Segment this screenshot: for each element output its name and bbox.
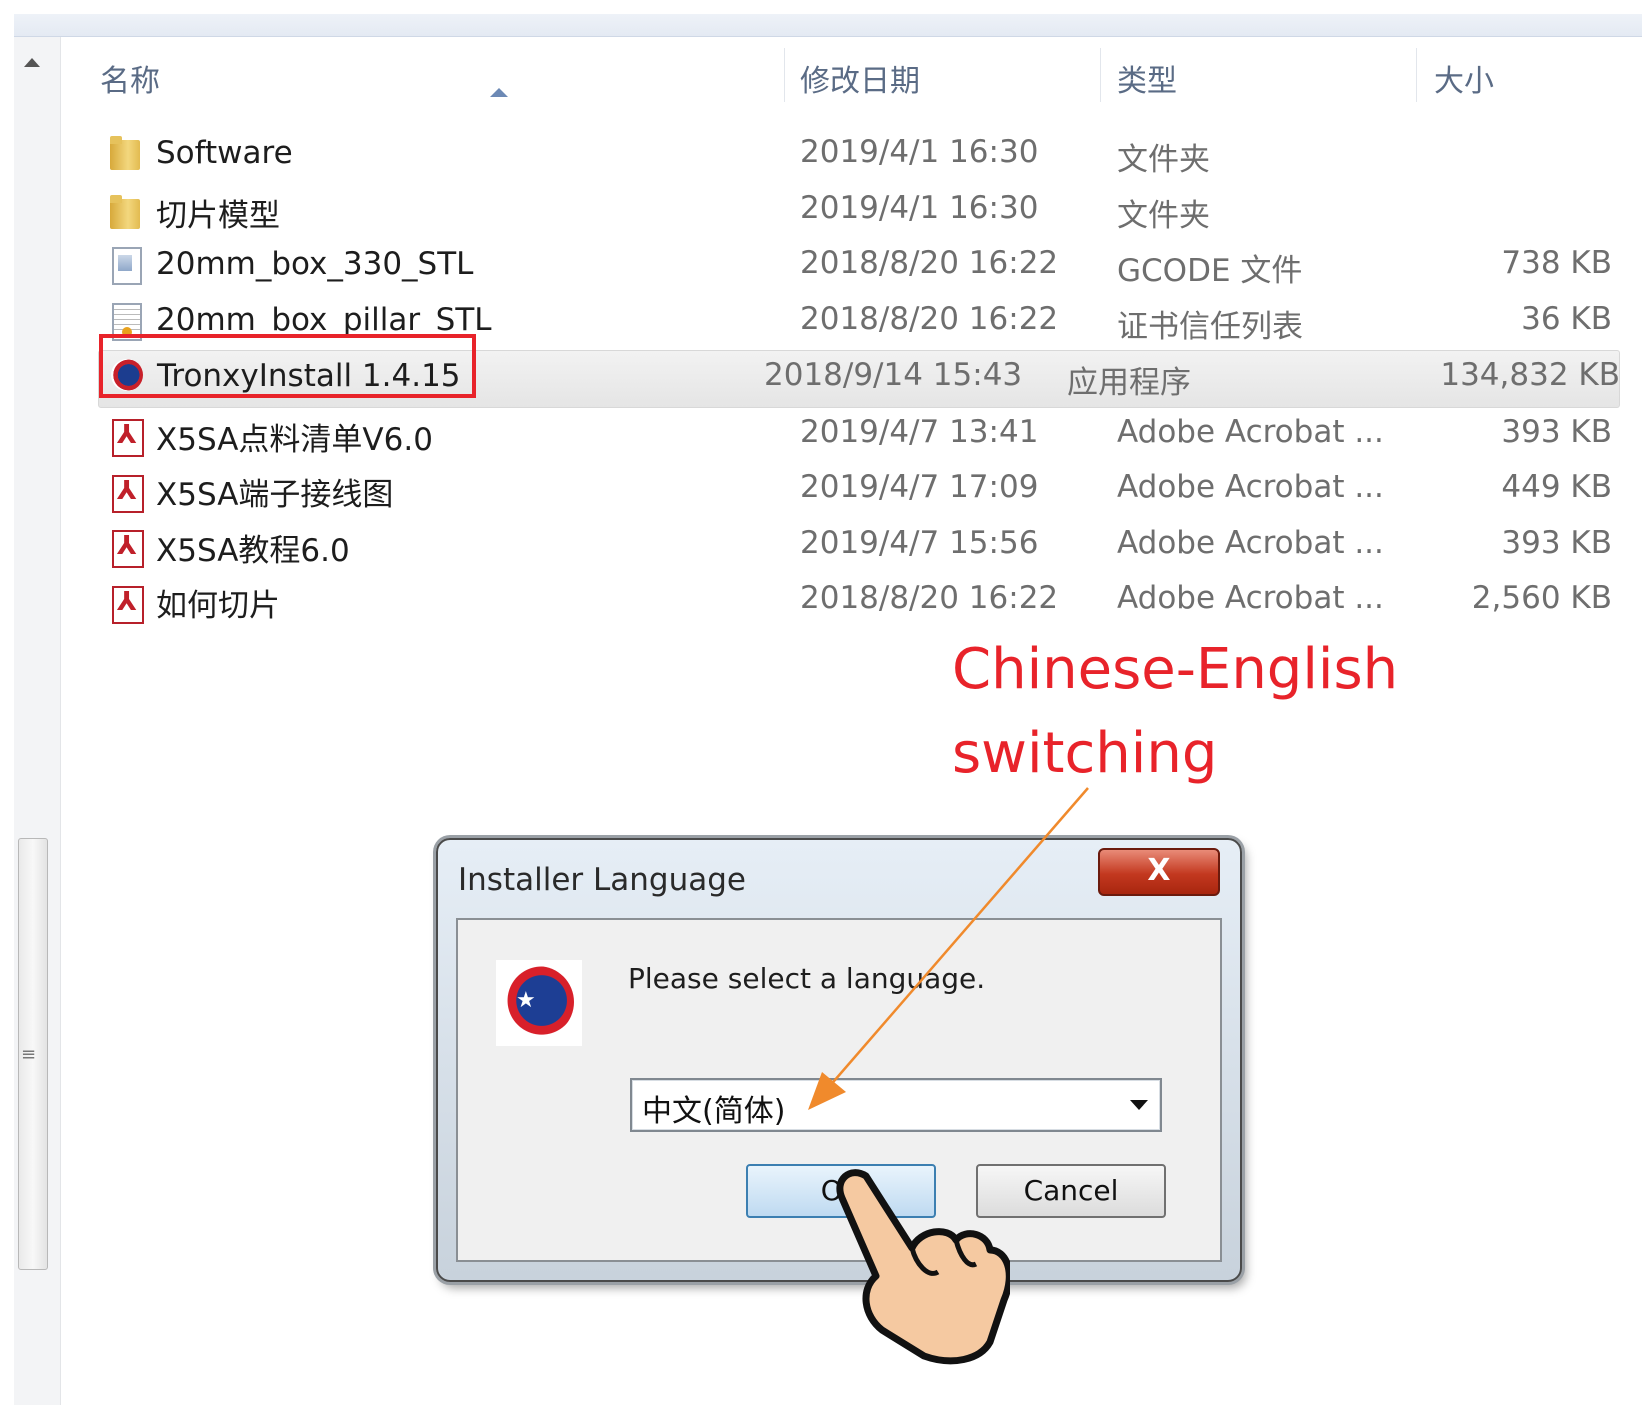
file-size: 2,560 KB (1471, 580, 1612, 616)
file-type: 文件夹 (1117, 197, 1210, 234)
file-row-software[interactable]: Software 2019/4/1 16:30 文件夹 (0, 128, 1642, 184)
file-type: 证书信任列表 (1117, 308, 1303, 345)
file-row-how-to-slice[interactable]: 如何切片 2018/8/20 16:22 Adobe Acrobat ... 2… (0, 574, 1642, 630)
file-type: Adobe Acrobat ... (1117, 469, 1384, 505)
column-header-size[interactable]: 大小 (1434, 56, 1494, 100)
file-modified: 2019/4/7 17:09 (800, 469, 1039, 505)
file-size: 134,832 KB (1440, 357, 1620, 393)
folder-icon (108, 134, 144, 172)
file-type: Adobe Acrobat ... (1117, 524, 1384, 561)
pointing-hand-icon (836, 1169, 1010, 1365)
column-divider[interactable] (1416, 48, 1417, 102)
file-size: 36 KB (1521, 300, 1612, 337)
file-modified: 2018/9/14 15:43 (764, 357, 1023, 393)
file-name: 20mm_box_330_STL (156, 246, 474, 282)
window-top-strip (14, 14, 1642, 37)
file-type: 文件夹 (1117, 142, 1210, 178)
column-header-modified[interactable]: 修改日期 (800, 56, 920, 100)
file-name: X5SA教程6.0 (156, 532, 350, 569)
file-row-20mm-box-330[interactable]: 20mm_box_330_STL 2018/8/20 16:22 GCODE 文… (0, 239, 1642, 295)
file-size: 449 KB (1501, 469, 1612, 505)
file-modified: 2019/4/7 15:56 (800, 524, 1039, 561)
annotation-line-1: Chinese-English (952, 637, 1399, 702)
file-name: 20mm_box_pillar_STL (156, 301, 492, 338)
column-header-name[interactable]: 名称 (100, 56, 160, 100)
column-header-type[interactable]: 类型 (1117, 56, 1177, 100)
gcode-file-icon (108, 245, 144, 285)
dialog-title: Installer Language (458, 862, 746, 898)
file-modified: 2019/4/1 16:30 (800, 134, 1039, 170)
file-row-x5sa-parts-list[interactable]: X5SA点料清单V6.0 2019/4/7 13:41 Adobe Acroba… (0, 408, 1642, 464)
file-row-x5sa-wiring[interactable]: X5SA端子接线图 2019/4/7 17:09 Adobe Acrobat .… (0, 463, 1642, 519)
file-row-x5sa-tutorial[interactable]: X5SA教程6.0 2019/4/7 15:56 Adobe Acrobat .… (0, 519, 1642, 575)
pdf-file-icon (108, 528, 144, 568)
file-size: 393 KB (1501, 413, 1612, 450)
tronxy-logo-icon (496, 960, 582, 1046)
folder-icon (108, 193, 144, 231)
file-size: 738 KB (1501, 245, 1612, 281)
file-name: X5SA端子接线图 (156, 477, 394, 513)
language-select[interactable]: 中文(简体) (630, 1078, 1162, 1132)
annotation-callout: Chinese-English switching (952, 628, 1398, 796)
language-select-value: 中文(简体) (642, 1094, 786, 1129)
file-name: 如何切片 (156, 588, 280, 624)
annotation-line-2: switching (952, 721, 1218, 786)
file-name: 切片模型 (156, 197, 280, 234)
file-type: GCODE 文件 (1117, 253, 1303, 289)
dialog-message: Please select a language. (628, 962, 986, 995)
dialog-close-button[interactable]: X (1098, 848, 1220, 896)
certificate-file-icon (108, 301, 144, 341)
column-header-row: 名称 修改日期 类型 大小 (60, 48, 1642, 102)
scrollbar-grip-icon: ≡ (21, 1044, 37, 1065)
sort-ascending-icon (490, 88, 508, 97)
scroll-up-icon[interactable] (24, 58, 40, 67)
file-type: 应用程序 (1067, 365, 1191, 401)
chevron-down-icon[interactable] (1130, 1100, 1148, 1110)
column-divider[interactable] (1100, 48, 1101, 102)
pdf-file-icon (108, 473, 144, 513)
file-name: X5SA点料清单V6.0 (156, 421, 433, 458)
pdf-file-icon (108, 417, 144, 457)
file-modified: 2018/8/20 16:22 (800, 300, 1059, 337)
file-type: Adobe Acrobat ... (1117, 413, 1384, 450)
file-modified: 2019/4/7 13:41 (800, 413, 1039, 450)
highlight-box (99, 334, 476, 398)
file-row-slice-models[interactable]: 切片模型 2019/4/1 16:30 文件夹 (0, 184, 1642, 240)
file-size: 393 KB (1501, 524, 1612, 561)
pdf-file-icon (108, 584, 144, 624)
file-name: Software (156, 135, 293, 171)
file-modified: 2019/4/1 16:30 (800, 189, 1039, 226)
file-modified: 2018/8/20 16:22 (800, 245, 1059, 281)
column-divider[interactable] (784, 48, 785, 102)
file-type: Adobe Acrobat ... (1117, 580, 1384, 616)
file-modified: 2018/8/20 16:22 (800, 580, 1059, 616)
